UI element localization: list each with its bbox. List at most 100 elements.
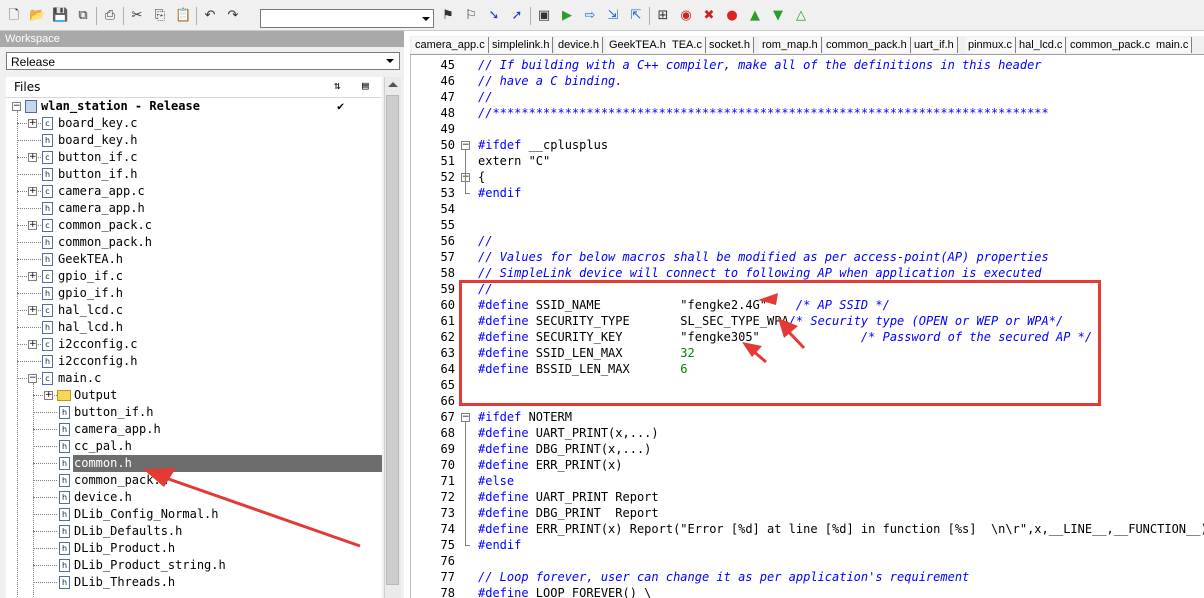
expand-icon[interactable]: + [44, 391, 53, 400]
tree-item[interactable]: + c camera_app.c [6, 183, 382, 200]
tree-item[interactable]: h device.h [6, 489, 382, 506]
scroll-up-icon[interactable] [388, 82, 398, 87]
chevron-down-icon[interactable] [419, 10, 433, 27]
undo-icon[interactable]: ↶ [202, 8, 218, 24]
tree-item[interactable]: h board_key.h [6, 132, 382, 149]
tree-item[interactable]: + c gpio_if.c [6, 268, 382, 285]
disassembly-icon[interactable]: ⊞ [655, 8, 671, 24]
tab-pinmux-c[interactable]: pinmux.c [965, 37, 1017, 53]
tree-item[interactable]: h common_pack.h [6, 234, 382, 251]
prev-bookmark-icon[interactable]: ➚ [509, 8, 525, 24]
h-file-icon: h [59, 525, 70, 538]
expand-icon[interactable]: + [28, 272, 37, 281]
save-icon[interactable]: 💾 [52, 8, 68, 24]
expand-icon[interactable]: + [28, 187, 37, 196]
save-all-icon[interactable]: ⧉ [75, 8, 91, 24]
project-row[interactable]: − wlan_station - Release ✔ [6, 98, 382, 115]
tree-item[interactable]: h DLib_Product.h [6, 540, 382, 557]
tab-uart-if-h[interactable]: uart_if.h [911, 37, 958, 53]
debug-icon[interactable]: ▲ [747, 8, 763, 24]
tab-socket-h[interactable]: socket.h [706, 37, 754, 53]
step-into-icon[interactable]: ⇲ [605, 8, 621, 24]
expand-icon[interactable]: + [28, 153, 37, 162]
next-bookmark-icon[interactable]: ➘ [486, 8, 502, 24]
tree-item[interactable]: h DLib_Threads.h [6, 574, 382, 591]
tree-item[interactable]: h DLib_Defaults.h [6, 523, 382, 540]
tree-item[interactable]: + c hal_lcd.c [6, 302, 382, 319]
go-icon[interactable]: ▶ [559, 8, 575, 24]
tree-item[interactable]: + c common_pack.c [6, 217, 382, 234]
tree-item[interactable]: h GeekTEA.h [6, 251, 382, 268]
tree-item[interactable]: h cc_pal.h [6, 438, 382, 455]
tree-item[interactable]: h button_if.h [6, 166, 382, 183]
breakpoint-icon[interactable]: ◉ [678, 8, 694, 24]
tree-item[interactable]: h common.h [6, 455, 382, 472]
options-icon[interactable]: ▤ [362, 79, 369, 92]
tab-device-h[interactable]: device.h [555, 37, 603, 53]
scrollbar-thumb[interactable] [386, 95, 399, 585]
stop-icon[interactable]: ● [724, 8, 740, 24]
tree-item[interactable]: h common_pack.h [6, 472, 382, 489]
code-token: #define [478, 490, 529, 504]
tree-scrollbar[interactable] [384, 77, 401, 598]
tab-common-pack-c[interactable]: common_pack.c [1067, 37, 1155, 53]
tab-rom-map-h[interactable]: rom_map.h [759, 37, 822, 53]
fold-collapse-icon[interactable]: − [461, 413, 470, 422]
fold-collapse-icon[interactable]: − [461, 141, 470, 150]
tree-item[interactable]: h DLib_Product_string.h [6, 557, 382, 574]
compile-icon[interactable]: ▣ [536, 8, 552, 24]
clear-bookmarks-icon[interactable]: ⚐ [463, 8, 479, 24]
tree-item[interactable]: h camera_app.h [6, 421, 382, 438]
paste-icon[interactable]: 📋 [175, 8, 191, 24]
tab-camera-app-c[interactable]: camera_app.c [412, 37, 489, 53]
tree-guide [17, 174, 41, 175]
clear-breakpoints-icon[interactable]: ✖ [701, 8, 717, 24]
toolbar-search-combo[interactable] [260, 9, 434, 28]
copy-icon[interactable]: ⎘ [152, 8, 168, 24]
tree-item[interactable]: h gpio_if.h [6, 285, 382, 302]
expand-icon[interactable]: + [28, 340, 37, 349]
print-icon[interactable]: ⎙ [102, 8, 118, 24]
expand-icon[interactable]: + [28, 221, 37, 230]
workspace-panel: Workspace Release Files ⇅ ▤ − wlan_statio… [0, 31, 404, 598]
main-toolbar: 🗋 📂 💾 ⧉ ⎙ ✂ ⎘ 📋 ↶ ↷ ⚑ ⚐ ➘ ➚ ▣ ▶ ⇨ ⇲ ⇱ ⊞ ◉ ✖ ● ▲ ▼ △ [0, 0, 1204, 31]
tab-tea-c[interactable]: TEA.c [669, 37, 706, 53]
tree-item[interactable]: + Output [6, 387, 382, 404]
tree-item[interactable]: − c main.c [6, 370, 382, 387]
tree-item[interactable]: + c board_key.c [6, 115, 382, 132]
expand-icon[interactable]: + [28, 306, 37, 315]
collapse-icon[interactable]: − [28, 374, 37, 383]
configuration-select[interactable]: Release [6, 52, 400, 70]
step-over-icon[interactable]: ⇨ [582, 8, 598, 24]
tab-hal-lcd-c[interactable]: hal_lcd.c [1016, 37, 1067, 53]
run-icon[interactable]: △ [793, 8, 809, 24]
tab-simplelink-h[interactable]: simplelink.h [489, 37, 554, 53]
tab-main-c[interactable]: main.c [1153, 37, 1193, 53]
chevron-down-icon[interactable] [383, 53, 397, 69]
sort-icon[interactable]: ⇅ [334, 79, 341, 92]
cut-icon[interactable]: ✂ [129, 8, 145, 24]
tree-guide [33, 497, 57, 498]
expand-icon[interactable]: + [28, 119, 37, 128]
step-out-icon[interactable]: ⇱ [628, 8, 644, 24]
tree-item[interactable]: h DLib_Config_Normal.h [6, 506, 382, 523]
line-number: 63 [440, 346, 455, 360]
tree-item[interactable]: h hal_lcd.h [6, 319, 382, 336]
open-folder-icon[interactable]: 📂 [29, 8, 45, 24]
tree-item[interactable]: + c button_if.c [6, 149, 382, 166]
tree-item[interactable]: h i2cconfig.h [6, 353, 382, 370]
tab-geektea-h[interactable]: GeekTEA.h [606, 37, 670, 53]
tree-item[interactable]: h button_if.h [6, 404, 382, 421]
redo-icon[interactable]: ↷ [225, 8, 241, 24]
collapse-icon[interactable]: − [12, 102, 21, 111]
tree-item[interactable]: + c i2cconfig.c [6, 336, 382, 353]
tree-item-label: board_key.h [58, 133, 138, 147]
new-file-icon[interactable]: 🗋 [6, 8, 22, 24]
download-icon[interactable]: ▼ [770, 8, 786, 24]
tab-common-pack-h[interactable]: common_pack.h [823, 37, 911, 53]
line-number: 49 [440, 122, 455, 136]
tree-guide [33, 565, 57, 566]
toggle-bookmark-icon[interactable]: ⚑ [440, 8, 456, 24]
tree-guide [17, 140, 41, 141]
tree-item[interactable]: h camera_app.h [6, 200, 382, 217]
